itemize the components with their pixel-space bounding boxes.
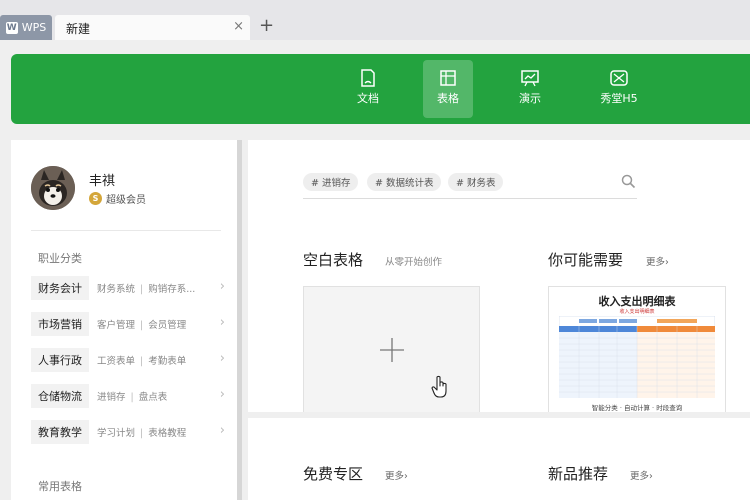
nav-spreadsheet[interactable]: 表格 [423, 60, 473, 118]
category-row-marketing[interactable]: 市场营销 客户管理 | 会员管理 › [31, 312, 225, 336]
recommend-more-link[interactable]: 更多› [646, 254, 669, 268]
category-subs: 客户管理 | 会员管理 [97, 317, 186, 331]
category-subs: 进销存 | 盘点表 [97, 389, 167, 403]
category-subs: 财务系统 | 购销存系... [97, 281, 195, 295]
category-row-hr[interactable]: 人事行政 工资表单 | 考勤表单 › [31, 348, 225, 372]
separator: | [140, 356, 144, 367]
search-input[interactable] [303, 198, 637, 199]
wps-home-tab[interactable]: W WPS [0, 15, 52, 40]
category-sub-link[interactable]: 考勤表单 [148, 356, 186, 367]
category-subs: 工资表单 | 考勤表单 [97, 353, 186, 367]
search-icon[interactable] [621, 174, 636, 189]
category-row-logistics[interactable]: 仓储物流 进销存 | 盘点表 › [31, 384, 225, 408]
search-tag[interactable]: # 进销存 [303, 173, 359, 191]
tab-new[interactable]: 新建 × [55, 15, 250, 40]
chevron-right-icon: › [404, 471, 408, 482]
category-sub-link[interactable]: 客户管理 [97, 320, 135, 331]
h5-icon [610, 70, 628, 86]
presentation-icon [521, 70, 539, 87]
blank-section-title: 空白表格 [303, 251, 364, 269]
chevron-right-icon[interactable]: › [220, 315, 225, 330]
avatar[interactable] [31, 166, 75, 210]
nav-spreadsheet-label: 表格 [437, 92, 459, 105]
document-icon [361, 69, 375, 87]
category-sub-link[interactable]: 购销存系... [148, 284, 195, 295]
category-name[interactable]: 仓储物流 [31, 384, 89, 408]
nav-document[interactable]: 文档 [343, 60, 393, 118]
wps-logo-icon: W [5, 21, 18, 34]
plus-icon [380, 338, 404, 362]
close-icon[interactable]: × [233, 19, 244, 34]
nav-presentation[interactable]: 演示 [505, 60, 555, 118]
nav-document-label: 文档 [357, 92, 379, 105]
category-name[interactable]: 财务会计 [31, 276, 89, 300]
category-sub-link[interactable]: 财务系统 [97, 284, 135, 295]
doc-type-banner: 文档 表格 演示 秀堂H5 [11, 54, 750, 124]
separator: | [140, 320, 144, 331]
wps-tab-label: WPS [21, 21, 47, 34]
more-label: 更多 [646, 257, 666, 268]
category-name[interactable]: 教育教学 [31, 420, 89, 444]
blank-spreadsheet-card[interactable] [303, 286, 480, 413]
category-sub-link[interactable]: 会员管理 [148, 320, 186, 331]
dog-avatar-icon [31, 166, 75, 210]
tab-bar: W WPS 新建 × + [0, 0, 750, 40]
blank-section-subtitle: 从零开始创作 [385, 257, 443, 268]
category-name[interactable]: 市场营销 [31, 312, 89, 336]
sidebar-scrollbar[interactable] [237, 140, 242, 500]
new-more-link[interactable]: 更多› [630, 468, 653, 482]
category-row-finance[interactable]: 财务会计 财务系统 | 购销存系... › [31, 276, 225, 300]
recommend-section-title: 你可能需要 [548, 251, 624, 269]
more-label: 更多 [385, 471, 405, 482]
nav-h5[interactable]: 秀堂H5 [594, 60, 644, 118]
search-tag[interactable]: # 财务表 [448, 173, 504, 191]
chevron-right-icon[interactable]: › [220, 279, 225, 294]
lower-panel: 免费专区 更多› 新品推荐 更多› [248, 418, 750, 500]
category-sub-link[interactable]: 表格教程 [148, 428, 186, 439]
vip-label: 超级会员 [106, 195, 146, 206]
chevron-right-icon[interactable]: › [220, 387, 225, 402]
free-section-title: 免费专区 [303, 465, 364, 483]
category-sub-link[interactable]: 工资表单 [97, 356, 135, 367]
add-tab-button[interactable]: + [259, 15, 274, 36]
separator: | [140, 428, 144, 439]
template-card-income-expense[interactable]: 收入支出明细表 收入支出明细表 智能分类 · 自动计算 · 时段查询 [548, 286, 726, 413]
category-subs: 学习计划 | 表格教程 [97, 425, 186, 439]
main-panel: # 进销存 # 数据统计表 # 财务表 空白表格 从零开始创作 你可能需要 更多… [248, 140, 750, 413]
separator: | [130, 392, 134, 403]
chevron-right-icon: › [649, 471, 653, 482]
hand-cursor-icon [431, 375, 447, 398]
category-sub-link[interactable]: 盘点表 [139, 392, 168, 403]
section-title-career: 职业分类 [38, 252, 82, 265]
category-sub-link[interactable]: 进销存 [97, 392, 126, 403]
chevron-right-icon[interactable]: › [220, 423, 225, 438]
category-name[interactable]: 人事行政 [31, 348, 89, 372]
template-table-preview [559, 316, 715, 398]
chevron-right-icon[interactable]: › [220, 351, 225, 366]
nav-presentation-label: 演示 [519, 92, 541, 105]
chevron-right-icon: › [665, 257, 669, 268]
nav-h5-label: 秀堂H5 [600, 92, 638, 105]
more-label: 更多 [630, 471, 650, 482]
template-footer: 智能分类 · 自动计算 · 时段查询 [591, 404, 683, 412]
sidebar-divider [31, 230, 221, 231]
category-row-education[interactable]: 教育教学 学习计划 | 表格教程 › [31, 420, 225, 444]
template-subtitle: 收入支出明细表 [619, 309, 655, 315]
vip-badge[interactable]: S 超级会员 [89, 191, 146, 206]
section-title-common: 常用表格 [38, 480, 82, 493]
sidebar: 丰祺 S 超级会员 职业分类 财务会计 财务系统 | 购销存系... › 市场营销 … [11, 140, 237, 500]
search-tag[interactable]: # 数据统计表 [367, 173, 442, 191]
category-sub-link[interactable]: 学习计划 [97, 428, 135, 439]
template-title: 收入支出明细表 [598, 295, 676, 308]
free-more-link[interactable]: 更多› [385, 468, 408, 482]
spreadsheet-icon [440, 70, 456, 86]
new-section-title: 新品推荐 [548, 465, 609, 483]
user-name: 丰祺 [89, 174, 116, 189]
vip-coin-icon: S [89, 192, 102, 205]
separator: | [140, 284, 144, 295]
tab-new-label: 新建 [66, 22, 91, 36]
